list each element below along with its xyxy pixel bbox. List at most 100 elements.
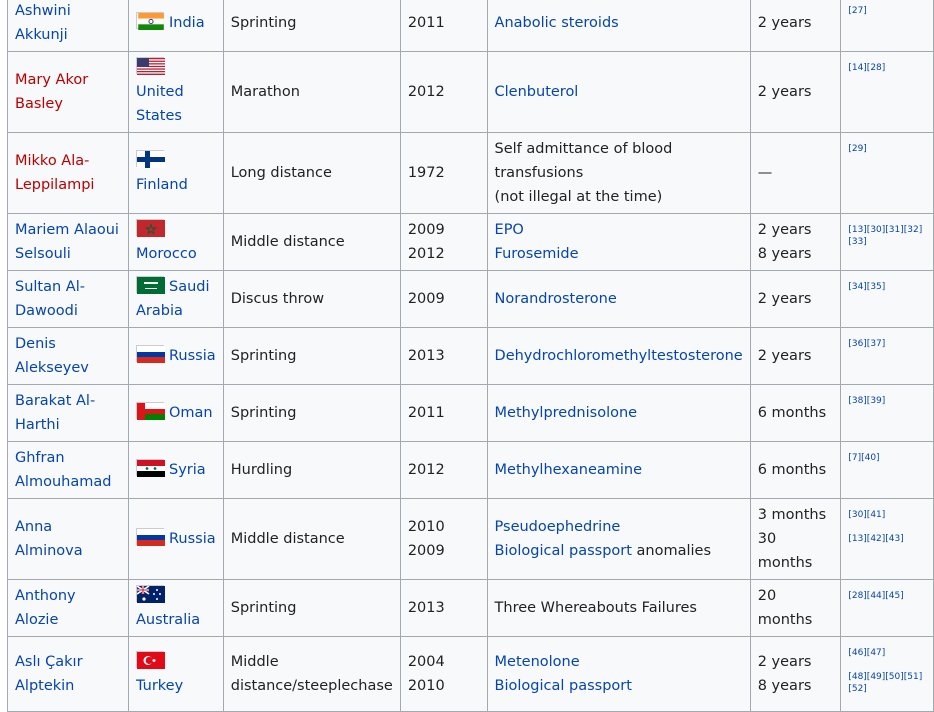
turkey-flag-icon (136, 651, 165, 669)
athlete-link[interactable]: Anna Alminova (15, 519, 83, 559)
ban-text: — (757, 165, 773, 181)
ban-text: 2 years (757, 84, 812, 100)
event-text: Marathon (230, 84, 300, 100)
year-text: 2013 (407, 600, 445, 616)
country-link[interactable]: United States (136, 84, 184, 124)
ban-text: 8 years (757, 246, 812, 262)
reference-link[interactable]: [36][37] (848, 338, 926, 350)
year-text: 2010 (407, 678, 445, 694)
table-row: Barakat Al-Harthi Oman Sprinting 2011 Methyl… (7, 384, 934, 442)
substance-cell: EPO Furosemide (486, 213, 751, 271)
athlete-link[interactable]: Aslı Çakır Alptekin (15, 654, 83, 694)
athlete-cell: Ghfran Almouhamad (7, 441, 129, 499)
event-text: Middle distance/steeplechase (230, 654, 393, 694)
athlete-link[interactable]: Denis Alekseyev (15, 336, 89, 376)
country-link[interactable]: Morocco (136, 246, 197, 262)
country-link[interactable]: Russia (169, 531, 216, 547)
table-row: Anthony Alozie Australia Sprinting 2013 Thre… (7, 579, 934, 637)
reference-cell: [29] (840, 132, 934, 214)
reference-link[interactable]: [38][39] (848, 395, 926, 407)
india-flag-icon (136, 12, 164, 30)
country-link[interactable]: Turkey (136, 678, 183, 694)
athlete-link[interactable]: Anthony Alozie (15, 588, 76, 628)
year-cell: 2004 2010 (399, 636, 488, 712)
country-cell: Australia (128, 579, 224, 637)
table-row: Anna Alminova Russia Middle distance 2010 20… (7, 498, 934, 580)
athlete-link[interactable]: Sultan Al-Dawoodi (15, 279, 85, 319)
country-link[interactable]: Australia (136, 612, 200, 628)
substance-cell: Norandrosterone (486, 270, 751, 328)
substance-link[interactable]: Clenbuterol (495, 84, 579, 100)
athlete-cell: Anthony Alozie (7, 579, 129, 637)
substance-cell: Three Whereabouts Failures (486, 579, 751, 637)
reference-link[interactable]: [14][28] (848, 62, 926, 74)
country-cell: India (128, 0, 224, 52)
substance-text: Self admittance of blood (494, 141, 673, 157)
year-cell: 2013 (399, 579, 488, 637)
substance-link[interactable]: Methylprednisolone (495, 405, 638, 421)
athlete-link[interactable]: Mikko Ala-Leppilampi (15, 153, 94, 193)
ban-text: 30 months (757, 531, 813, 571)
athlete-link[interactable]: Barakat Al-Harthi (15, 393, 95, 433)
ban-cell: 6 months (749, 384, 842, 442)
country-cell: Russia (128, 327, 224, 385)
substance-link[interactable]: Methylhexaneamine (495, 462, 643, 478)
year-text: 2009 (407, 543, 445, 559)
country-link[interactable]: Syria (169, 462, 206, 478)
substance-cell: Self admittance of blood transfusions (not… (486, 132, 751, 214)
ban-text: 2 years (757, 654, 812, 670)
event-cell: Middle distance (222, 213, 401, 271)
country-link[interactable]: Finland (136, 177, 188, 193)
syria-flag-icon (136, 459, 165, 477)
athlete-link[interactable]: Ashwini Akkunji (15, 3, 71, 43)
substance-cell: Dehydrochloromethyltestosterone (486, 327, 751, 385)
year-cell: 2011 (399, 0, 488, 52)
reference-link[interactable]: [27] (848, 5, 926, 17)
substance-link[interactable]: Furosemide (495, 246, 579, 262)
reference-link[interactable]: [28][44][45] (848, 590, 926, 602)
reference-link[interactable]: [30][41] (848, 509, 926, 521)
substance-cell: Methylprednisolone (486, 384, 751, 442)
substance-link[interactable]: Biological passport (495, 678, 632, 694)
athlete-link[interactable]: Mary Akor Basley (15, 72, 88, 112)
athlete-cell: Barakat Al-Harthi (7, 384, 129, 442)
substance-cell: Clenbuterol (486, 51, 751, 133)
substance-link[interactable]: Pseudoephedrine (495, 519, 621, 535)
reference-cell: [13][30][31][32][33] (840, 213, 934, 271)
substance-text: Three Whereabouts Failures (494, 600, 697, 616)
athlete-link[interactable]: Ghfran Almouhamad (15, 450, 111, 490)
table-row: Ghfran Almouhamad Syria Hurdling 2012 Methyl… (7, 441, 934, 499)
reference-cell: [28][44][45] (840, 579, 934, 637)
reference-link[interactable]: [13][42][43] (848, 533, 926, 545)
ban-cell: 2 years (749, 270, 842, 328)
substance-link[interactable]: Norandrosterone (495, 291, 617, 307)
saudi-flag-icon (136, 276, 165, 294)
reference-link[interactable]: [13][30][31][32][33] (848, 224, 926, 248)
substance-cell: Anabolic steroids (486, 0, 751, 52)
substance-link[interactable]: EPO (495, 222, 524, 238)
substance-link[interactable]: Metenolone (495, 654, 580, 670)
substance-text: transfusions (494, 165, 584, 181)
country-link[interactable]: Russia (169, 348, 216, 364)
reference-link[interactable]: [34][35] (848, 281, 926, 293)
ban-text: 8 years (757, 678, 812, 694)
athlete-cell: Ashwini Akkunji (7, 0, 129, 52)
athlete-link[interactable]: Mariem Alaoui Selsouli (15, 222, 119, 262)
reference-link[interactable]: [46][47] (848, 647, 926, 659)
reference-link[interactable]: [29] (848, 143, 926, 155)
year-text: 2010 (407, 519, 445, 535)
year-cell: 2009 (399, 270, 488, 328)
russia-flag-icon (136, 528, 165, 546)
reference-link[interactable]: [7][40] (848, 452, 926, 464)
substance-link[interactable]: Biological passport (495, 543, 632, 559)
event-cell: Sprinting (222, 579, 401, 637)
country-link[interactable]: Oman (169, 405, 213, 421)
event-cell: Middle distance/steeplechase (222, 636, 401, 712)
reference-link[interactable]: [48][49][50][51][52] (848, 671, 926, 695)
reference-cell: [7][40] (840, 441, 934, 499)
substance-link[interactable]: Anabolic steroids (495, 15, 619, 31)
ban-cell: 3 months 30 months (749, 498, 842, 580)
substance-link[interactable]: Dehydrochloromethyltestosterone (495, 348, 743, 364)
country-link[interactable]: India (169, 15, 205, 31)
athlete-cell: Anna Alminova (7, 498, 129, 580)
